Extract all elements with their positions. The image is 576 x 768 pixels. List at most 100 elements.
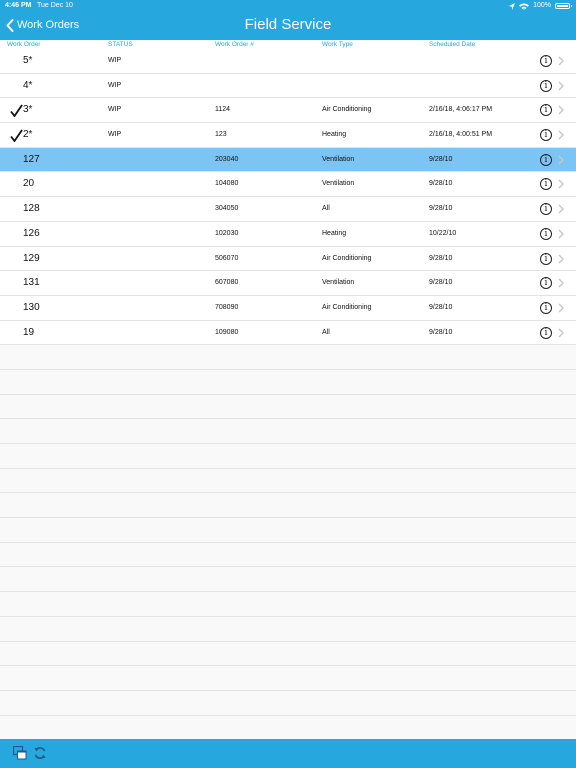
- chevron-right-icon: [558, 155, 564, 165]
- work-order-number-cell: 109080: [215, 328, 239, 336]
- table-row[interactable]: 128 304050 All 9/28/10 i: [0, 197, 576, 222]
- work-order-cell: 131: [23, 277, 40, 289]
- scheduled-date-cell: 10/22/10: [429, 229, 457, 237]
- column-header-work-order-number[interactable]: Work Order #: [215, 40, 254, 49]
- work-order-number-cell: 708090: [215, 303, 239, 311]
- bottom-toolbar: [0, 739, 576, 768]
- empty-row: [0, 666, 576, 691]
- info-circle-icon[interactable]: i: [540, 252, 552, 265]
- table-row[interactable]: 3* WIP 1124 Air Conditioning 2/16/18, 4:06:1…: [0, 98, 576, 124]
- column-header-status[interactable]: STATUS: [108, 40, 133, 49]
- column-header-work-type[interactable]: Work Type: [322, 40, 353, 49]
- work-type-cell: Ventilation: [322, 155, 355, 163]
- work-order-number-cell: 102030: [215, 229, 239, 237]
- empty-row: [0, 542, 576, 568]
- chevron-right-icon: [558, 278, 564, 288]
- work-type-cell: Ventilation: [322, 279, 355, 287]
- work-type-cell: Air Conditioning: [322, 106, 372, 114]
- scheduled-date-cell: 9/28/10: [429, 303, 453, 311]
- info-circle-icon[interactable]: i: [540, 227, 552, 240]
- work-order-cell: 2*: [23, 129, 33, 141]
- chevron-right-icon: [558, 179, 564, 189]
- work-order-number-cell: 123: [215, 131, 227, 139]
- info-circle-icon[interactable]: i: [540, 104, 552, 117]
- status-time: 4:46 PM: [5, 2, 32, 9]
- work-type-cell: All: [322, 328, 330, 336]
- scheduled-date-cell: 9/28/10: [429, 254, 453, 262]
- empty-row: [0, 616, 576, 642]
- info-circle-icon[interactable]: i: [540, 79, 552, 92]
- work-order-cell: 127: [23, 153, 40, 165]
- table-row[interactable]: 20 104080 Ventilation 9/28/10 i: [0, 172, 576, 198]
- table-row[interactable]: 5* WIP i: [0, 49, 576, 74]
- wifi-icon: [519, 3, 530, 10]
- sync-icon[interactable]: [33, 746, 47, 760]
- work-type-cell: All: [322, 205, 330, 213]
- info-circle-icon[interactable]: i: [540, 129, 552, 142]
- work-order-cell: 5*: [23, 55, 33, 66]
- table-row[interactable]: 130 708090 Air Conditioning 9/28/10 i: [0, 295, 576, 321]
- work-order-cell: 20: [23, 178, 35, 190]
- info-circle-icon[interactable]: i: [540, 153, 552, 166]
- status-cell: WIP: [108, 131, 122, 139]
- empty-row: [0, 345, 576, 370]
- status-cell: WIP: [108, 81, 122, 89]
- work-order-number-cell: 506070: [215, 254, 239, 262]
- table-row[interactable]: 19 109080 All 9/28/10 i: [0, 320, 576, 346]
- work-order-number-cell: 1124: [215, 106, 231, 114]
- empty-row: [0, 468, 576, 494]
- status-bar: 4:46 PM Tue Dec 10 100%: [0, 0, 576, 12]
- chevron-right-icon: [558, 328, 564, 338]
- status-cell: WIP: [108, 57, 122, 64]
- checkmark-icon: [10, 104, 23, 118]
- battery-percent: 100%: [533, 2, 551, 9]
- empty-row: [0, 444, 576, 469]
- empty-row: [0, 567, 576, 593]
- work-order-cell: 129: [23, 252, 40, 264]
- empty-row: [0, 369, 576, 395]
- column-header-work-order[interactable]: Work Order: [7, 40, 40, 49]
- work-order-number-cell: 607080: [215, 279, 239, 287]
- windows-icon[interactable]: [13, 746, 27, 760]
- info-circle-icon[interactable]: i: [540, 277, 552, 290]
- table-row[interactable]: 126 102030 Heating 10/22/10 i: [0, 221, 576, 247]
- info-circle-icon[interactable]: i: [540, 203, 552, 216]
- status-right: 100%: [509, 0, 572, 12]
- chevron-right-icon: [558, 303, 564, 313]
- table-row[interactable]: 131 607080 Ventilation 9/28/10 i: [0, 271, 576, 296]
- empty-row: [0, 715, 576, 741]
- table-row[interactable]: 129 506070 Air Conditioning 9/28/10 i: [0, 246, 576, 272]
- work-type-cell: Air Conditioning: [322, 254, 372, 262]
- empty-row: [0, 419, 576, 444]
- status-cell: WIP: [108, 106, 122, 114]
- battery-icon: [555, 3, 572, 9]
- work-order-cell: 128: [23, 203, 40, 215]
- scheduled-date-cell: 2/16/18, 4:06:17 PM: [429, 106, 493, 114]
- table-row[interactable]: 4* WIP i: [0, 73, 576, 99]
- chevron-right-icon: [558, 130, 564, 140]
- empty-row: [0, 690, 576, 716]
- work-order-cell: 130: [23, 301, 40, 313]
- chevron-right-icon: [558, 105, 564, 115]
- table-row[interactable]: 2* WIP 123 Heating 2/16/18, 4:00:51 PM i: [0, 123, 576, 148]
- work-order-number-cell: 104080: [215, 180, 239, 188]
- page-title: Field Service: [244, 16, 332, 33]
- empty-row: [0, 518, 576, 543]
- chevron-right-icon: [558, 204, 564, 214]
- info-circle-icon[interactable]: i: [540, 178, 552, 191]
- work-order-cell: 126: [23, 227, 40, 239]
- work-order-number-cell: 203040: [215, 155, 239, 163]
- work-type-cell: Air Conditioning: [322, 303, 372, 311]
- scheduled-date-cell: 9/28/10: [429, 205, 453, 213]
- chevron-right-icon: [558, 229, 564, 239]
- column-header-scheduled-date[interactable]: Scheduled Date: [429, 40, 475, 49]
- chevron-right-icon: [558, 56, 564, 66]
- navigation-bar: 4:46 PM Tue Dec 10 100% Work Orders Fiel…: [0, 0, 576, 40]
- empty-row: [0, 394, 576, 420]
- info-circle-icon[interactable]: i: [540, 326, 552, 339]
- info-circle-icon[interactable]: i: [540, 55, 552, 67]
- info-circle-icon[interactable]: i: [540, 301, 552, 314]
- scheduled-date-cell: 2/16/18, 4:00:51 PM: [429, 131, 493, 139]
- work-order-cell: 19: [23, 326, 35, 338]
- table-row[interactable]: 127 203040 Ventilation 9/28/10 i: [0, 147, 576, 173]
